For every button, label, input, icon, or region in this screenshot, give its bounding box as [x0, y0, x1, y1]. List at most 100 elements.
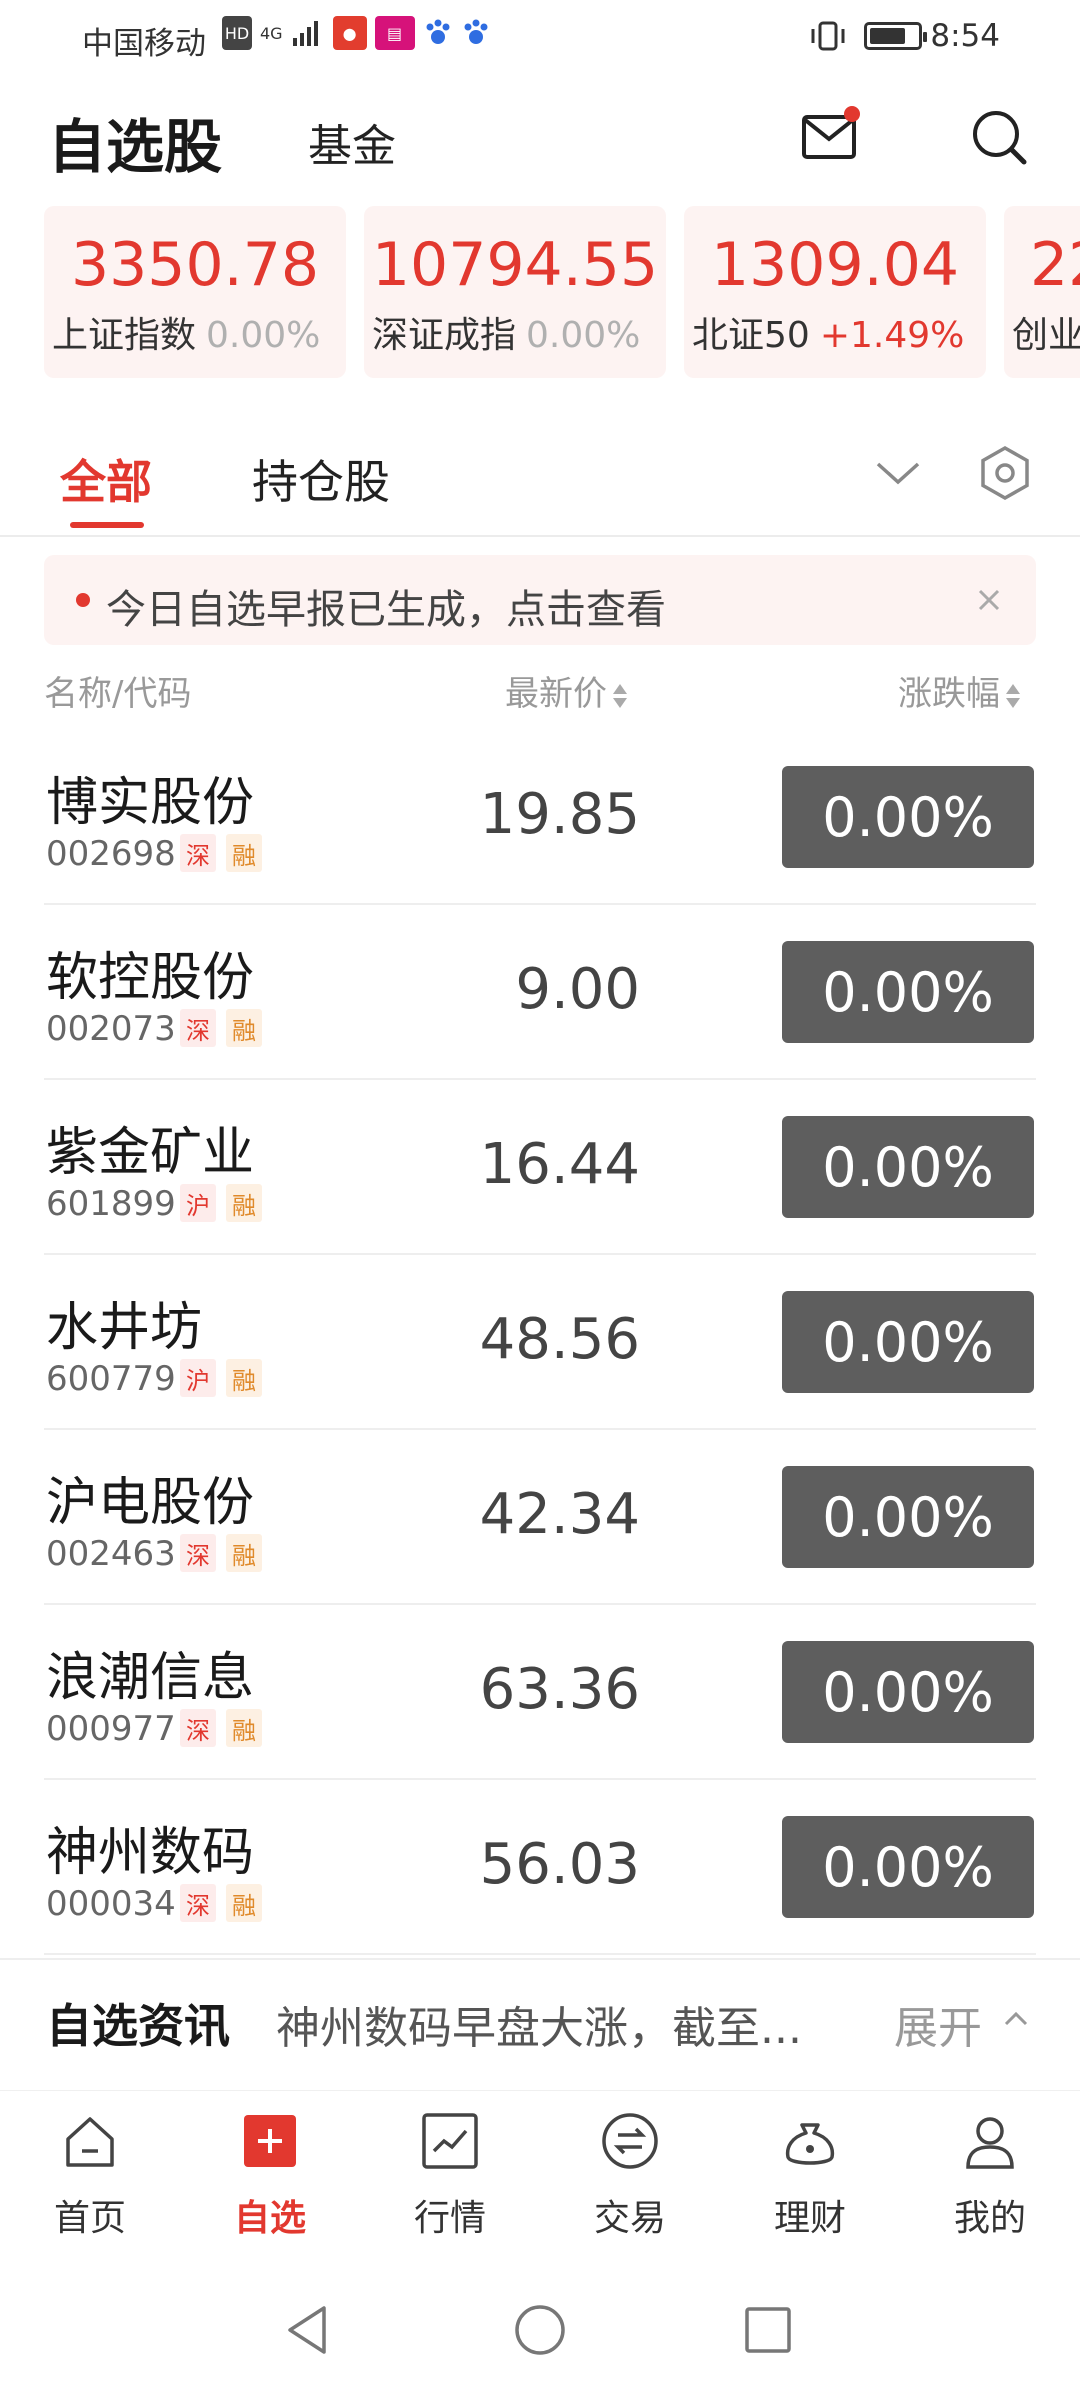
- change-button[interactable]: 0.00%: [782, 766, 1034, 868]
- stock-row[interactable]: 水井坊 600779 沪 融 48.56 0.00%: [0, 1255, 1080, 1430]
- tab-holdings[interactable]: 持仓股: [252, 446, 390, 512]
- clock: 8:54: [930, 18, 1000, 54]
- index-card[interactable]: 22 创业: [1004, 206, 1080, 378]
- expand-button[interactable]: 展开: [894, 1992, 982, 2056]
- column-header-change[interactable]: 涨跌幅: [898, 666, 1020, 715]
- nav-wealth[interactable]: 理财: [720, 2111, 900, 2241]
- money-bag-icon: [785, 2123, 835, 2165]
- stock-price: 63.36: [479, 1657, 640, 1722]
- chart-icon: [422, 2113, 478, 2169]
- exchange-tag: 深: [180, 1009, 216, 1047]
- nav-watchlist[interactable]: 自选: [180, 2111, 360, 2241]
- index-card[interactable]: 3350.78 上证指数 0.00%: [44, 206, 346, 378]
- paw-icon-2: [464, 19, 488, 44]
- stock-row[interactable]: 软控股份 002073 深 融 9.00 0.00%: [0, 905, 1080, 1080]
- change-button[interactable]: 0.00%: [782, 1466, 1034, 1568]
- paw-icon: [426, 19, 450, 44]
- divider: [0, 535, 1080, 537]
- page-title[interactable]: 自选股: [48, 100, 222, 184]
- exchange-icon: [602, 2113, 658, 2169]
- column-header-name: 名称/代码: [44, 666, 191, 715]
- nav-label: 理财: [773, 2198, 846, 2239]
- battery-icon: [864, 22, 927, 50]
- index-name: 创业: [1012, 315, 1080, 356]
- stock-name: 博实股份: [46, 773, 255, 833]
- stock-price: 42.34: [479, 1482, 640, 1547]
- index-name: 深证成指: [372, 315, 517, 356]
- change-button[interactable]: 0.00%: [782, 941, 1034, 1043]
- column-label: 最新价: [505, 674, 607, 714]
- stock-row[interactable]: 神州数码 000034 深 融 56.03 0.00%: [0, 1780, 1080, 1955]
- stock-row[interactable]: 博实股份 002698 深 融 19.85 0.00%: [0, 730, 1080, 905]
- tab-all[interactable]: 全部: [60, 446, 152, 512]
- nav-label: 行情: [413, 2198, 486, 2239]
- nav-label: 自选: [233, 2198, 306, 2239]
- home-circle-icon[interactable]: [510, 2300, 570, 2360]
- tab-fund[interactable]: 基金: [308, 110, 396, 174]
- signal-icon: [292, 21, 318, 46]
- stock-list: 博实股份 002698 深 融 19.85 0.00% 软控股份 002073 …: [0, 730, 1080, 1955]
- sort-icon: [1006, 679, 1020, 713]
- nav-label: 交易: [593, 2198, 666, 2239]
- change-button[interactable]: 0.00%: [782, 1816, 1034, 1918]
- stock-code: 600779: [46, 1359, 176, 1399]
- column-header-price[interactable]: 最新价: [505, 666, 627, 715]
- chevron-up-icon[interactable]: [1000, 2004, 1032, 2032]
- index-value: 22: [1030, 230, 1080, 300]
- change-button[interactable]: 0.00%: [782, 1116, 1034, 1218]
- nav-home[interactable]: 首页: [0, 2111, 180, 2241]
- recents-icon[interactable]: [738, 2300, 798, 2360]
- margin-tag: 融: [226, 1709, 262, 1747]
- stock-price: 19.85: [479, 782, 640, 847]
- stock-code: 601899: [46, 1184, 176, 1224]
- exchange-tag: 深: [180, 1709, 216, 1747]
- change-button[interactable]: 0.00%: [782, 1291, 1034, 1393]
- exchange-tag: 沪: [180, 1359, 216, 1397]
- nav-profile[interactable]: 我的: [900, 2111, 1080, 2241]
- exchange-tag: 深: [180, 1884, 216, 1922]
- hd-badge: HD: [222, 16, 252, 50]
- stock-name: 软控股份: [46, 948, 255, 1008]
- nav-label: 我的: [953, 2198, 1026, 2239]
- stock-row[interactable]: 沪电股份 002463 深 融 42.34 0.00%: [0, 1430, 1080, 1605]
- stock-code: 000977: [46, 1709, 176, 1749]
- chevron-down-icon[interactable]: [870, 446, 926, 502]
- stock-code: 000034: [46, 1884, 176, 1924]
- index-change: 0.00%: [526, 315, 641, 356]
- banner-text: 今日自选早报已生成，点击查看: [106, 587, 666, 633]
- plus-icon: [244, 2115, 296, 2167]
- close-icon[interactable]: [962, 573, 1016, 627]
- nav-trade[interactable]: 交易: [540, 2111, 720, 2241]
- exchange-tag: 沪: [180, 1184, 216, 1222]
- carrier-name: 中国移动: [82, 26, 206, 62]
- daily-report-banner[interactable]: 今日自选早报已生成，点击查看: [44, 555, 1036, 645]
- nav-label: 首页: [53, 2198, 126, 2239]
- active-tab-indicator: [70, 522, 144, 528]
- margin-tag: 融: [226, 1359, 262, 1397]
- index-card[interactable]: 1309.04 北证50 +1.49%: [684, 206, 986, 378]
- news-headline[interactable]: 神州数码早盘大涨，截至...: [276, 1992, 836, 2056]
- back-icon[interactable]: [278, 2300, 338, 2360]
- change-button[interactable]: 0.00%: [782, 1641, 1034, 1743]
- column-label: 名称/代码: [44, 674, 192, 714]
- search-icon[interactable]: [968, 106, 1030, 168]
- watchlist-news-bar[interactable]: 自选资讯 神州数码早盘大涨，截至... 展开: [0, 1958, 1080, 2080]
- nav-market[interactable]: 行情: [360, 2111, 540, 2241]
- system-nav-bar: [0, 2260, 1080, 2400]
- status-icons: HD 4G ● ▤: [222, 16, 491, 50]
- news-title: 自选资讯: [46, 1999, 230, 2053]
- index-change: 0.00%: [206, 315, 321, 356]
- index-card[interactable]: 10794.55 深证成指 0.00%: [364, 206, 666, 378]
- stock-price: 56.03: [479, 1832, 640, 1897]
- mail-icon[interactable]: [800, 105, 862, 167]
- stock-price: 48.56: [479, 1307, 640, 1372]
- index-change: +1.49%: [819, 315, 965, 356]
- settings-icon[interactable]: [972, 440, 1038, 506]
- margin-tag: 融: [226, 1009, 262, 1047]
- index-name: 上证指数: [52, 315, 197, 356]
- stock-code: 002698: [46, 834, 176, 874]
- margin-tag: 融: [226, 1534, 262, 1572]
- stock-row[interactable]: 浪潮信息 000977 深 融 63.36 0.00%: [0, 1605, 1080, 1780]
- stock-row[interactable]: 紫金矿业 601899 沪 融 16.44 0.00%: [0, 1080, 1080, 1255]
- app-notification-icon-2: ▤: [374, 16, 415, 50]
